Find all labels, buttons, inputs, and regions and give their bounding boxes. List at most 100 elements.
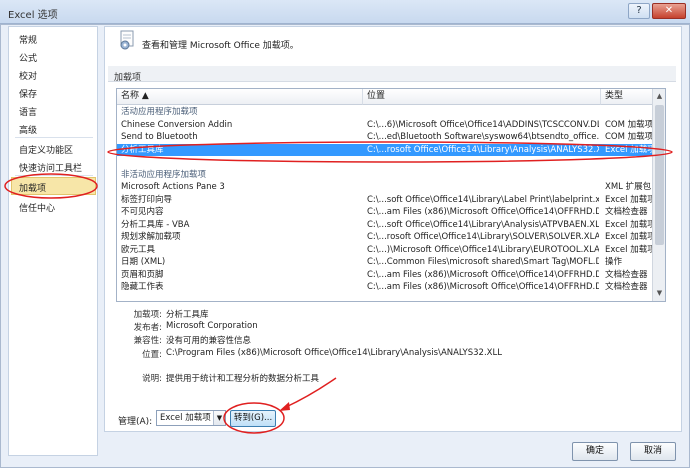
cell-type: XML 扩展包: [605, 182, 652, 192]
cell-location: C:\...6)\Microsoft Office\Office14\ADDIN…: [367, 119, 599, 130]
detail-location-label: 位置:: [142, 350, 162, 360]
table-row[interactable]: 分析工具库 C:\...rosoft Office\Office14\Librar…: [117, 143, 653, 156]
detail-publisher-label: 发布者:: [133, 323, 162, 333]
scroll-down-icon[interactable]: ▼: [654, 288, 665, 299]
column-header-location[interactable]: 位置: [363, 89, 601, 105]
table-row[interactable]: 页眉和页脚 C:\...am Files (x86)\Microsoft Offi…: [117, 269, 653, 282]
cell-type: Excel 加载项: [605, 219, 653, 230]
scroll-thumb[interactable]: [655, 105, 664, 245]
detail-publisher-value: Microsoft Corporation: [166, 321, 258, 331]
go-button[interactable]: 转到(G)...: [230, 410, 276, 427]
manage-select-value: Excel 加载项: [160, 413, 211, 423]
sidebar-item-language[interactable]: 语言: [19, 105, 37, 118]
cell-type: 文档检查器: [605, 269, 648, 280]
scroll-up-icon[interactable]: ▲: [654, 91, 665, 102]
manage-label: 管理(A):: [118, 417, 153, 427]
sidebar-item-quick-access-toolbar[interactable]: 快速访问工具栏: [19, 161, 82, 174]
cell-name: 分析工具库: [121, 144, 164, 155]
detail-location-value: C:\Program Files (x86)\Microsoft Office\…: [166, 348, 502, 358]
cell-type: Excel 加载项: [605, 144, 653, 155]
cell-location: C:\...rosoft Office\Office14\Library\SOL…: [367, 232, 599, 242]
cell-location: C:\...rosoft Office\Office14\Library\Ana…: [367, 144, 599, 155]
cell-type: 文档检查器: [605, 207, 648, 217]
detail-compat-value: 没有可用的兼容性信息: [166, 336, 252, 346]
cell-name: 日期 (XML): [121, 257, 166, 267]
sidebar-item-general[interactable]: 常规: [19, 33, 37, 46]
ok-button[interactable]: 确定: [572, 442, 618, 461]
table-row[interactable]: Send to Bluetooth C:\...ed\Bluetooth Soft…: [117, 131, 653, 144]
title-bar: Excel 选项 ? ✕: [0, 0, 690, 24]
table-row[interactable]: Chinese Conversion Addin C:\...6)\Microso…: [117, 119, 653, 132]
cell-type: COM 加载项: [605, 119, 653, 130]
cell-location: C:\...am Files (x86)\Microsoft Office\Of…: [367, 269, 599, 280]
cell-name: Send to Bluetooth: [121, 132, 198, 142]
table-group-header: 活动应用程序加载项: [117, 106, 653, 119]
section-title: 加载项: [114, 73, 142, 83]
cell-type: COM 加载项: [605, 132, 653, 142]
gear-icon: [120, 30, 134, 50]
table-row[interactable]: 隐藏工作表 C:\...am Files (x86)\Microsoft Offi…: [117, 281, 653, 294]
table-row[interactable]: [117, 156, 653, 169]
cell-type: Excel 加载项: [605, 232, 653, 242]
vertical-scrollbar[interactable]: ▲ ▼: [652, 89, 665, 301]
cell-name: 活动应用程序加载项: [121, 107, 198, 117]
table-row[interactable]: Microsoft Actions Pane 3 XML 扩展包: [117, 181, 653, 194]
close-button[interactable]: ✕: [652, 3, 686, 19]
cell-type: 文档检查器: [605, 282, 648, 292]
sidebar-item-add-ins[interactable]: 加载项: [19, 181, 46, 194]
cell-type: 操作: [605, 257, 623, 267]
table-row[interactable]: 分析工具库 - VBA C:\...soft Office\Office14\Li…: [117, 219, 653, 232]
cell-name: Chinese Conversion Addin: [121, 119, 233, 130]
table-row[interactable]: 规划求解加载项 C:\...rosoft Office\Office14\Libr…: [117, 231, 653, 244]
add-in-details: 加载项: 分析工具库 发布者: Microsoft Corporation 兼容…: [128, 308, 668, 392]
cell-location: C:\...Common Files\microsoft shared\Smar…: [367, 257, 599, 267]
cell-name: 规划求解加载项: [121, 232, 181, 242]
cell-location: C:\...)\Microsoft Office\Office14\Librar…: [367, 244, 599, 255]
sidebar: 常规 公式 校对 保存 语言 高级 自定义功能区 快速访问工具栏 加载项 信任中…: [8, 26, 98, 456]
table-row[interactable]: 欧元工具 C:\...)\Microsoft Office\Office14\Li…: [117, 244, 653, 257]
detail-addin-label: 加载项:: [133, 310, 162, 320]
window-title: Excel 选项: [8, 10, 58, 21]
cell-location: C:\...am Files (x86)\Microsoft Office\Of…: [367, 282, 599, 292]
detail-description-value: 提供用于统计和工程分析的数据分析工具: [166, 374, 320, 384]
sidebar-divider: [15, 137, 93, 138]
section-header: [108, 66, 676, 82]
header-description: 查看和管理 Microsoft Office 加载项。: [142, 41, 299, 51]
cell-type: Excel 加载项: [605, 244, 653, 255]
chevron-down-icon[interactable]: ▼: [213, 411, 225, 425]
table-group-header: 非活动应用程序加载项: [117, 169, 653, 182]
sidebar-item-trust-center[interactable]: 信任中心: [19, 201, 55, 214]
column-header-type[interactable]: 类型: [601, 89, 653, 105]
cell-name: 不可见内容: [121, 207, 164, 217]
sidebar-item-customize-ribbon[interactable]: 自定义功能区: [19, 143, 73, 156]
sidebar-item-advanced[interactable]: 高级: [19, 123, 37, 136]
table-row[interactable]: 标签打印向导 C:\...soft Office\Office14\Library…: [117, 194, 653, 207]
detail-compat-label: 兼容性:: [133, 336, 162, 346]
cell-name: 标签打印向导: [121, 194, 173, 205]
table-row[interactable]: 日期 (XML) C:\...Common Files\microsoft sha…: [117, 256, 653, 269]
table-row[interactable]: 不可见内容 C:\...am Files (x86)\Microsoft Offi…: [117, 206, 653, 219]
sidebar-item-formulas[interactable]: 公式: [19, 51, 37, 64]
detail-description-label: 说明:: [142, 374, 162, 384]
manage-bar: 管理(A): Excel 加载项 ▼ 转到(G)...: [104, 398, 682, 432]
cell-name: 欧元工具: [121, 244, 156, 255]
help-button[interactable]: ?: [628, 3, 650, 19]
sidebar-item-save[interactable]: 保存: [19, 87, 37, 100]
cell-location: C:\...am Files (x86)\Microsoft Office\Of…: [367, 207, 599, 217]
cell-location: C:\...soft Office\Office14\Library\Analy…: [367, 219, 599, 230]
cell-name: 非活动应用程序加载项: [121, 169, 207, 180]
sidebar-item-proofing[interactable]: 校对: [19, 69, 37, 82]
manage-select[interactable]: Excel 加载项 ▼: [156, 410, 226, 426]
sidebar-divider: [15, 175, 93, 176]
cell-location: C:\...ed\Bluetooth Software\syswow64\bts…: [367, 132, 599, 142]
cell-type: Excel 加载项: [605, 194, 653, 205]
add-ins-table[interactable]: 名称 ▲ 位置 类型 活动应用程序加载项 Chinese Conversion A…: [116, 88, 666, 302]
detail-addin-value: 分析工具库: [166, 310, 209, 320]
cell-name: 页眉和页脚: [121, 269, 164, 280]
cell-name: 隐藏工作表: [121, 282, 164, 292]
cell-name: 分析工具库 - VBA: [121, 219, 190, 230]
column-header-name[interactable]: 名称 ▲: [117, 89, 363, 105]
cancel-button[interactable]: 取消: [630, 442, 676, 461]
cell-name: Microsoft Actions Pane 3: [121, 182, 225, 192]
cell-location: C:\...soft Office\Office14\Library\Label…: [367, 194, 599, 205]
